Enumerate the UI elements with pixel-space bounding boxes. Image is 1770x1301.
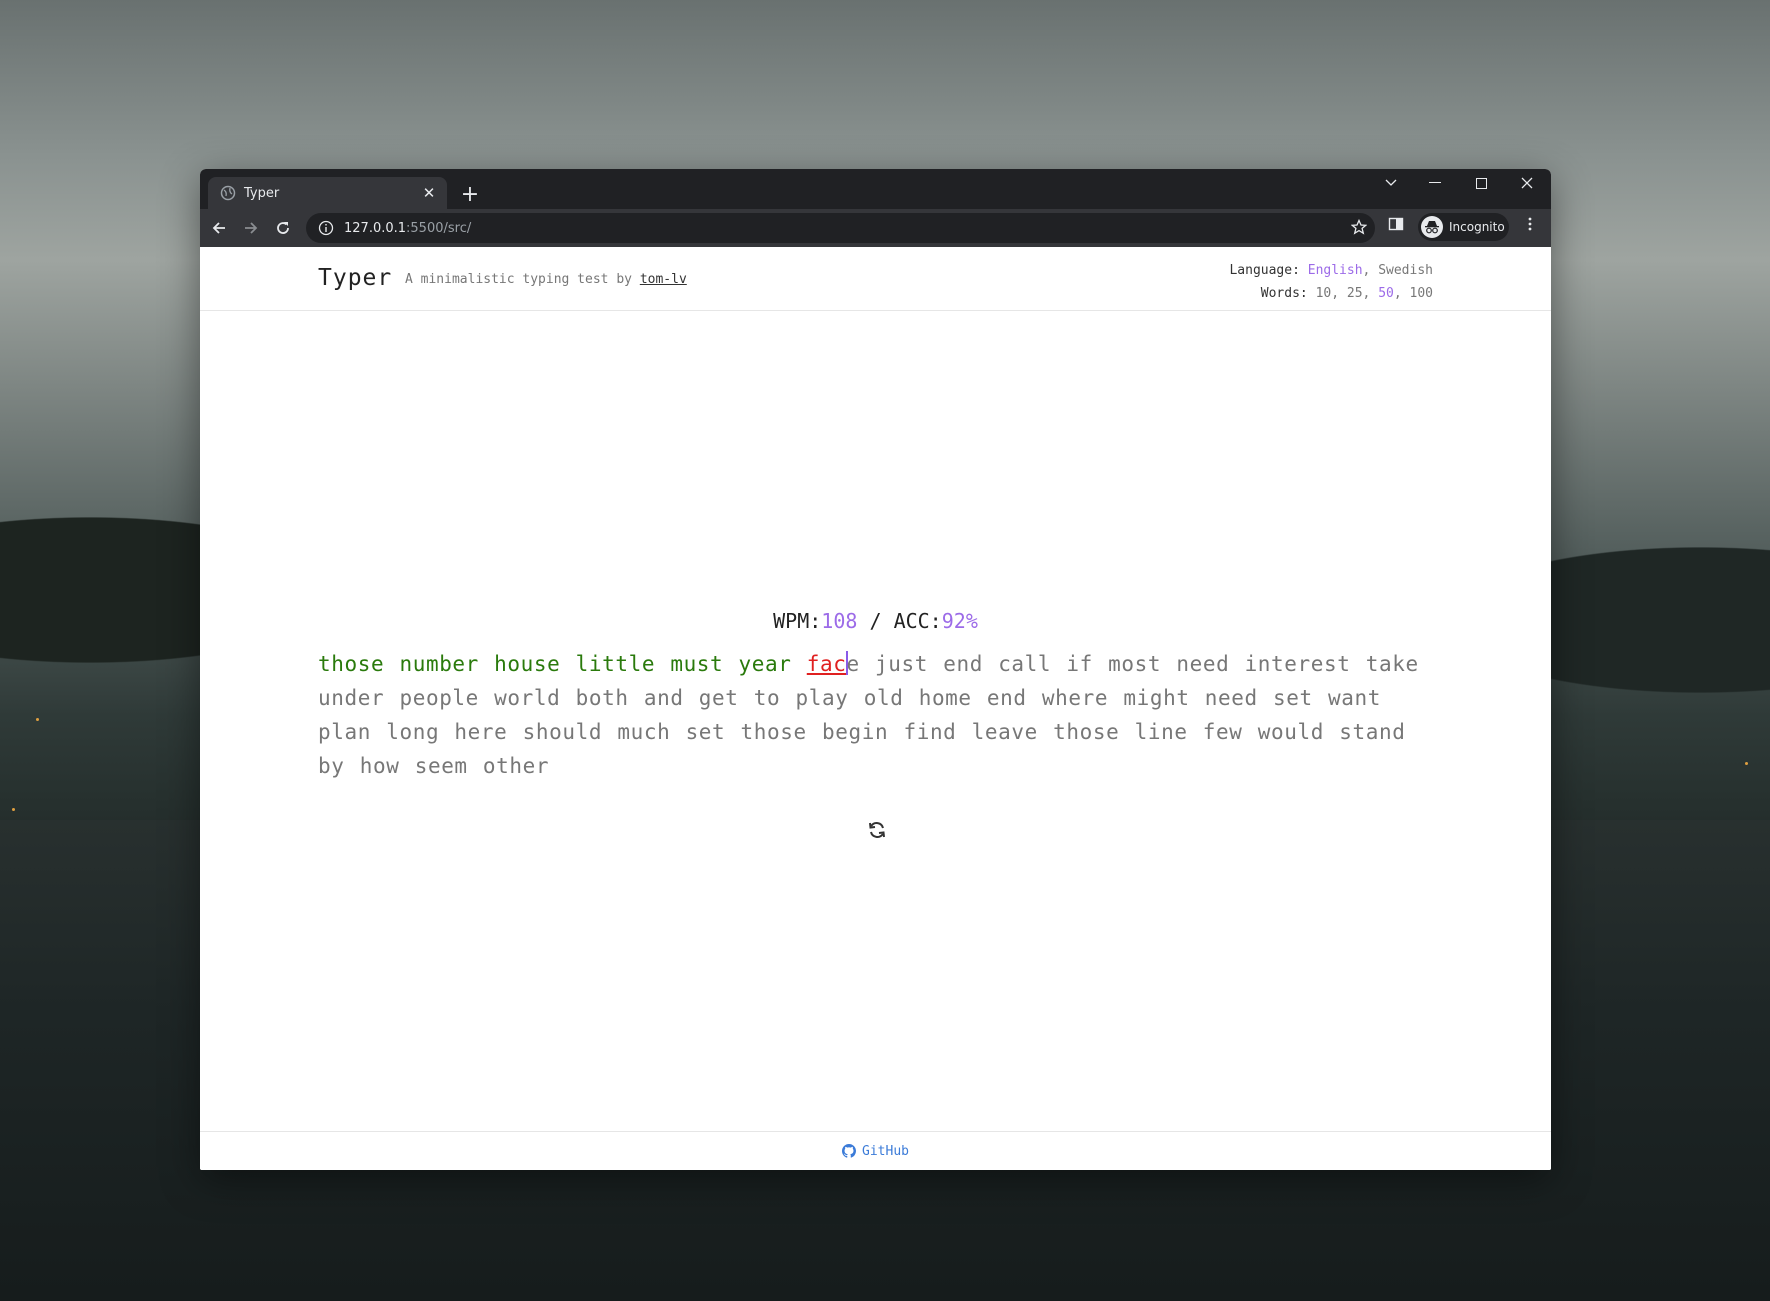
stats-separator: / [869,609,882,633]
url-host: 127.0.0.1 [344,220,407,236]
app-tagline: A minimalistic typing test by tom-lv [405,272,687,287]
background-light [1745,762,1748,765]
browser-window: Typer ✕ + 127.0.0.1:5500/src/ Incognito… [200,169,1551,1170]
refresh-icon [869,822,885,838]
words-label: Words: [1260,286,1308,301]
forward-button[interactable] [236,213,266,243]
word-count-option-25[interactable]: 25 [1347,286,1363,301]
tab-strip: Typer ✕ + [200,169,1551,209]
acc-value: 92% [941,609,978,633]
tagline-text: A minimalistic typing test by [405,272,632,287]
option-comma: , [1331,286,1340,301]
side-panel-icon[interactable] [1388,216,1404,232]
close-window-button[interactable] [1504,169,1550,197]
word-count-option-50[interactable]: 50 [1378,286,1394,301]
wpm-label: WPM: [773,609,822,633]
browser-toolbar: 127.0.0.1:5500/src/ Incognito [200,209,1551,247]
globe-icon [220,185,236,201]
browser-tab[interactable]: Typer ✕ [208,177,447,209]
minimize-button[interactable] [1412,169,1458,197]
language-option-swedish[interactable]: Swedish [1378,263,1433,278]
browser-menu-icon[interactable] [1522,216,1538,232]
page-footer: GitHub [200,1131,1551,1170]
github-link[interactable]: GitHub [862,1144,909,1159]
reload-button[interactable] [268,213,298,243]
typing-text[interactable]: those number house little must year face… [318,647,1428,783]
close-tab-icon[interactable]: ✕ [417,181,441,205]
wpm-value: 108 [821,609,858,633]
author-link[interactable]: tom-lv [640,272,687,287]
github-icon [842,1144,857,1158]
completed-words: those number house little must year [318,652,792,676]
app-title: Typer [318,265,393,291]
typer-page: Typer A minimalistic typing test by tom-… [200,247,1551,1170]
tab-search-icon[interactable] [1368,169,1414,197]
acc-label: ACC: [893,609,942,633]
stats-display: WPM:108 / ACC:92% [200,609,1551,633]
bookmark-star-icon[interactable] [1351,219,1367,235]
words-setting: Words: 10, 25, 50, 100 [1229,282,1433,305]
new-tab-button[interactable]: + [456,180,484,208]
restart-test-button[interactable] [865,818,889,842]
url-path: :5500/src/ [406,220,472,236]
incognito-profile-button[interactable]: Incognito [1418,213,1509,241]
incognito-icon [1421,216,1443,238]
profile-label: Incognito [1449,220,1505,234]
language-option-english[interactable]: English [1308,263,1363,278]
tab-title: Typer [244,185,280,201]
option-comma: , [1393,286,1402,301]
option-comma: , [1362,263,1371,278]
current-word-rest: e [846,652,860,676]
background-light [36,718,39,721]
language-label: Language: [1229,263,1300,278]
settings-panel: Language: English, Swedish Words: 10, 25… [1229,259,1433,305]
site-info-icon[interactable] [318,220,334,236]
language-setting: Language: English, Swedish [1229,259,1433,282]
background-light [12,808,15,811]
word-count-option-10[interactable]: 10 [1316,286,1332,301]
word-count-option-100[interactable]: 100 [1410,286,1433,301]
address-bar[interactable]: 127.0.0.1:5500/src/ [306,213,1375,243]
current-word: face [806,651,860,676]
current-word-error: fac [806,652,847,676]
option-comma: , [1362,286,1371,301]
back-button[interactable] [204,213,234,243]
app-header: Typer A minimalistic typing test by tom-… [200,247,1551,311]
maximize-button[interactable] [1458,169,1504,197]
